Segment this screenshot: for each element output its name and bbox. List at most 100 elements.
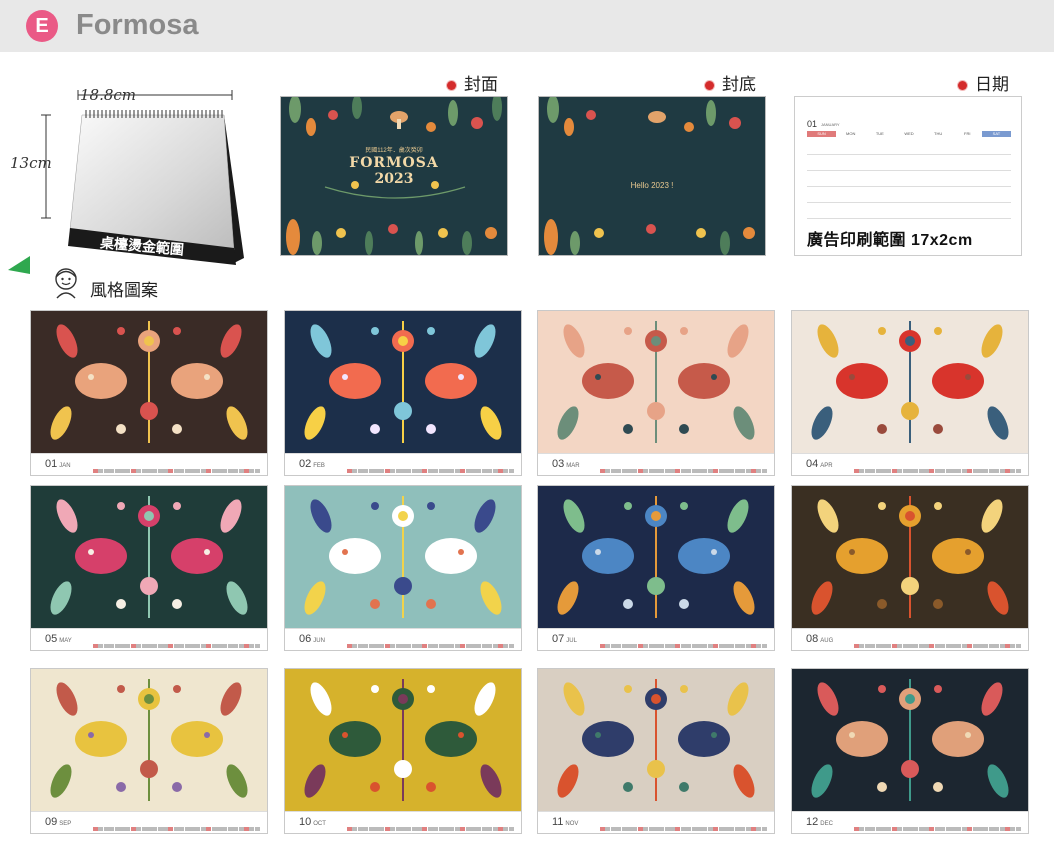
mini-day — [152, 644, 158, 648]
mini-day — [702, 644, 708, 648]
bottom-foliage — [286, 219, 497, 255]
mini-day — [983, 827, 989, 831]
mini-day — [697, 644, 703, 648]
month-tile[interactable]: 04 APR — [791, 310, 1029, 476]
month-tile[interactable]: 07 JUL — [537, 485, 775, 651]
mini-day — [444, 469, 450, 473]
month-tile[interactable]: 08 AUG — [791, 485, 1029, 651]
cover-year: 2023 — [374, 171, 414, 187]
mini-day — [713, 469, 719, 473]
folk-pattern-art — [557, 496, 755, 618]
month-number: 01 JAN — [45, 458, 71, 470]
mini-day — [130, 827, 136, 831]
mini-day — [497, 644, 503, 648]
month-artwork — [31, 486, 267, 628]
folk-pattern-art — [304, 679, 502, 801]
month-tile[interactable]: 06 JUN — [284, 485, 522, 651]
mini-day — [93, 644, 98, 648]
mini-day — [254, 469, 260, 473]
mini-day — [363, 827, 369, 831]
mini-day — [163, 827, 169, 831]
month-number: 04 APR — [806, 458, 833, 470]
mini-day — [675, 469, 681, 473]
mini-day — [864, 644, 870, 648]
month-tile[interactable]: 10 OCT — [284, 668, 522, 834]
mini-day — [713, 644, 719, 648]
mini-day — [454, 644, 460, 648]
month-artwork — [792, 311, 1028, 453]
mini-day — [417, 469, 423, 473]
mini-day — [740, 644, 746, 648]
folk-pattern-art — [304, 496, 502, 618]
mini-day — [886, 469, 892, 473]
mini-day — [406, 469, 412, 473]
mini-day — [438, 827, 444, 831]
mini-day — [195, 644, 201, 648]
mini-day-strip — [854, 635, 1022, 648]
month-tile[interactable]: 12 DEC — [791, 668, 1029, 834]
mini-day — [395, 827, 401, 831]
mini-day — [956, 827, 962, 831]
month-number: 02 FEB — [299, 458, 325, 470]
month-tile[interactable]: 11 NOV — [537, 668, 775, 834]
mini-day — [734, 469, 740, 473]
mini-day — [999, 644, 1005, 648]
month-tile[interactable]: 03 MAR — [537, 310, 775, 476]
mini-day — [390, 827, 396, 831]
weekday-thu: THU — [934, 131, 943, 136]
mini-day — [972, 469, 978, 473]
mini-day — [653, 469, 659, 473]
weekday-fri: FRI — [964, 131, 971, 136]
month-tile[interactable]: 01 JAN — [30, 310, 268, 476]
month-tile[interactable]: 09 SEP — [30, 668, 268, 834]
mini-day — [934, 827, 940, 831]
height-dimension: 13cm — [10, 154, 52, 172]
mini-day — [222, 644, 228, 648]
month-footer: 10 OCT — [285, 811, 521, 833]
back-cover-text: Hello 2023 ! — [630, 181, 674, 190]
mini-day — [902, 644, 908, 648]
mini-day — [503, 644, 509, 648]
mini-day — [1015, 469, 1021, 473]
month-tile[interactable]: 02 FEB — [284, 310, 522, 476]
mini-day — [670, 827, 676, 831]
mini-day — [211, 827, 217, 831]
mini-day — [238, 827, 244, 831]
mini-day — [492, 469, 498, 473]
mini-day — [470, 644, 476, 648]
mini-day — [870, 827, 876, 831]
mini-day — [206, 469, 212, 473]
mini-day — [880, 644, 886, 648]
mini-day — [940, 469, 946, 473]
mini-day — [363, 644, 369, 648]
mini-day — [680, 644, 686, 648]
month-name: AUG — [820, 638, 834, 644]
mini-day — [750, 827, 756, 831]
mini-day — [125, 469, 131, 473]
mini-day — [211, 644, 217, 648]
mini-day — [664, 469, 670, 473]
mini-day — [492, 644, 498, 648]
mini-day — [983, 644, 989, 648]
mini-day — [238, 469, 244, 473]
mini-day — [233, 644, 239, 648]
mini-day — [227, 644, 233, 648]
mini-day — [357, 827, 363, 831]
cover-subtitle: 民國112年．歲次癸卯 — [365, 148, 423, 154]
mini-day — [460, 827, 466, 831]
mini-day — [951, 644, 957, 648]
weekday-wed: WED — [904, 131, 914, 136]
mini-day — [723, 469, 729, 473]
month-tile[interactable]: 05 MAY — [30, 485, 268, 651]
mini-day — [141, 644, 147, 648]
date-month-name: JANUARY — [821, 122, 840, 127]
folk-pattern-art — [811, 679, 1009, 801]
month-footer: 01 JAN — [31, 453, 267, 475]
mini-day — [972, 827, 978, 831]
mini-day — [98, 469, 104, 473]
mini-day — [632, 827, 638, 831]
month-artwork — [31, 311, 267, 453]
mini-day — [924, 644, 930, 648]
month-footer: 07 JUL — [538, 628, 774, 650]
mini-day — [243, 827, 249, 831]
